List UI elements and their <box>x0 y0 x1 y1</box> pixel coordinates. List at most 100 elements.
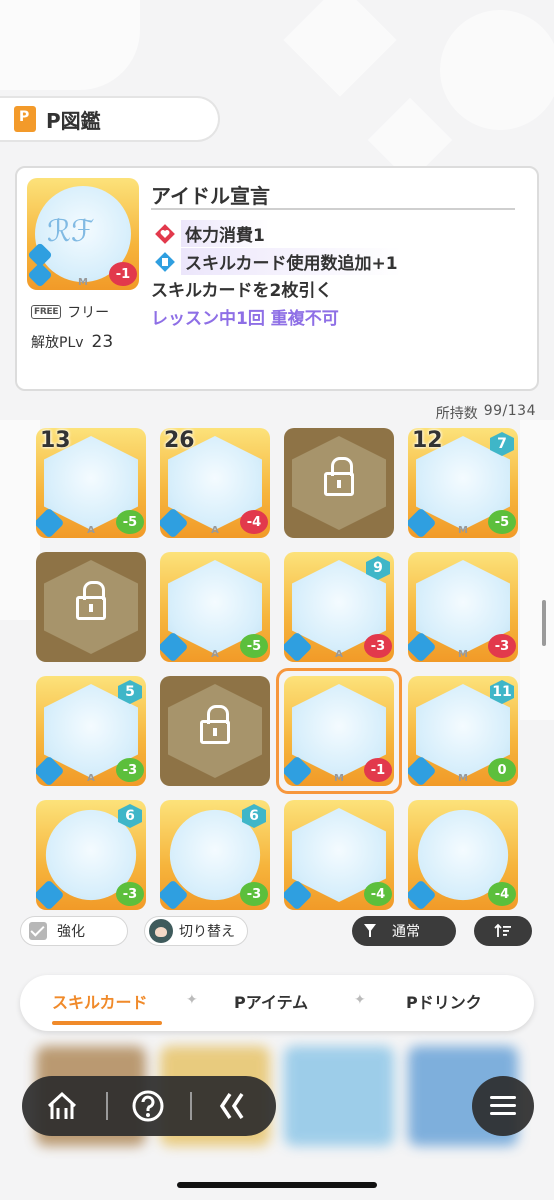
card-cost-badge: -3 <box>488 634 516 658</box>
menu-icon <box>490 1112 516 1115</box>
locked-card[interactable] <box>160 676 270 786</box>
card-detail-panel: ℛℱ -1 M アイドル宣言 体力消費1 スキルカード使用数追加+1 スキルカー… <box>15 166 539 391</box>
card-cost-badge: 0 <box>488 758 516 782</box>
scrollbar[interactable] <box>542 600 546 646</box>
locked-card[interactable] <box>36 552 146 662</box>
card-name: アイドル宣言 <box>151 184 270 208</box>
menu-icon <box>490 1104 516 1107</box>
card-cost-badge: -1 <box>109 262 137 286</box>
home-indicator <box>177 1182 377 1188</box>
category-tabs: スキルカード ✦ Pアイテム ✦ Pドリンク <box>20 975 534 1031</box>
filter-label: 通常 <box>392 924 420 940</box>
active-tab-indicator <box>52 1021 162 1025</box>
avatar-icon <box>149 919 173 943</box>
card-rank: A <box>211 649 219 660</box>
skill-card[interactable]: 13 -5 A <box>36 428 146 538</box>
effect-row-skill-add: スキルカード使用数追加+1 <box>155 248 402 275</box>
skill-card[interactable]: -4 <box>284 800 394 910</box>
filter-icon <box>364 924 380 938</box>
filter-normal-button[interactable]: 通常 <box>352 916 456 946</box>
effect-limit: レッスン中1回 重複不可 <box>151 309 339 329</box>
card-rank: M <box>78 277 88 288</box>
page-header: P図鑑 <box>0 96 220 142</box>
card-cost-badge: -3 <box>116 882 144 906</box>
strength-toggle[interactable]: 強化 <box>20 916 128 946</box>
effect-description: スキルカードを2枚引く <box>151 281 333 301</box>
divider <box>151 208 515 210</box>
sparkle-icon: ✦ <box>186 992 198 1008</box>
effect-text: スキルカード使用数追加+1 <box>181 248 402 275</box>
card-rank: A <box>87 525 95 536</box>
home-icon[interactable] <box>44 1088 80 1124</box>
effect-row-stamina: 体力消費1 <box>155 220 269 247</box>
owned-value: 99/134 <box>483 403 536 419</box>
card-cost-badge: -3 <box>240 882 268 906</box>
lock-icon <box>200 705 230 744</box>
card-rank: M <box>458 525 468 536</box>
card-cost-badge: -5 <box>488 510 516 534</box>
switch-button[interactable]: 切り替え <box>144 916 248 946</box>
card-cost-badge: -5 <box>116 510 144 534</box>
lock-icon <box>324 457 354 496</box>
signature-art-icon: ℛℱ <box>47 214 95 249</box>
skill-card[interactable]: 12 7 -5 M <box>408 428 518 538</box>
card-rank: M <box>458 773 468 784</box>
book-p-icon <box>14 106 36 132</box>
card-rank: A <box>87 773 95 784</box>
skill-card[interactable]: -3 M <box>408 552 518 662</box>
card-cost-badge: -4 <box>488 882 516 906</box>
checkbox-icon[interactable] <box>29 922 47 940</box>
menu-icon <box>490 1096 516 1099</box>
card-cost-badge: -4 <box>364 882 392 906</box>
owned-label: 所持数 <box>435 406 478 422</box>
acquire-type: FREE フリー <box>31 302 109 322</box>
skill-card[interactable]: 26 -4 A <box>160 428 270 538</box>
strength-label: 強化 <box>57 924 85 940</box>
menu-button[interactable] <box>472 1076 534 1136</box>
skill-card[interactable]: 9 -3 A <box>284 552 394 662</box>
selected-card-frame <box>276 668 402 794</box>
skill-card[interactable]: -5 A <box>160 552 270 662</box>
card-rank: A <box>335 649 343 660</box>
divider <box>190 1092 192 1120</box>
sort-button[interactable] <box>474 916 532 946</box>
card-rank: M <box>458 649 468 660</box>
tab-skill-card[interactable]: スキルカード <box>52 989 148 1013</box>
sort-icon <box>494 923 511 937</box>
plv-label: 解放PLv <box>31 335 84 351</box>
skill-card-add-icon <box>155 251 175 272</box>
help-icon[interactable] <box>130 1088 166 1124</box>
skill-card[interactable]: -4 <box>408 800 518 910</box>
card-cost-badge: -5 <box>240 634 268 658</box>
free-badge-icon: FREE <box>31 305 62 319</box>
tab-p-drink[interactable]: Pドリンク <box>406 989 482 1013</box>
switch-label: 切り替え <box>179 924 235 940</box>
divider <box>106 1092 108 1120</box>
page-title: P図鑑 <box>46 108 101 133</box>
card-thumbnail: ℛℱ -1 M <box>27 178 139 290</box>
skill-card[interactable]: 5 -3 A <box>36 676 146 786</box>
acquire-type-label: フリー <box>67 305 110 321</box>
selected-card-image: ℛℱ -1 M <box>27 178 139 290</box>
card-cost-badge: -3 <box>116 758 144 782</box>
sparkle-icon: ✦ <box>354 992 366 1008</box>
card-owned-count: 26 <box>164 428 195 453</box>
owned-count: 所持数 99/134 <box>436 403 536 423</box>
skill-card[interactable]: 11 0 M <box>408 676 518 786</box>
effect-text: 体力消費1 <box>181 220 269 247</box>
card-owned-count: 13 <box>40 428 71 453</box>
lock-icon <box>76 581 106 620</box>
card-rank: A <box>211 525 219 536</box>
locked-card[interactable] <box>284 428 394 538</box>
card-cost-badge: -3 <box>364 634 392 658</box>
card-owned-count: 12 <box>412 428 443 453</box>
card-cost-badge: -4 <box>240 510 268 534</box>
unlock-plv: 解放PLv 23 <box>31 332 113 352</box>
bottom-nav <box>22 1076 276 1136</box>
heart-diamond-icon <box>155 223 175 244</box>
tab-p-item[interactable]: Pアイテム <box>234 989 308 1013</box>
skill-card[interactable]: 6 -3 <box>36 800 146 910</box>
back-chevrons-icon[interactable] <box>214 1088 250 1124</box>
plv-value: 23 <box>91 332 114 352</box>
skill-card[interactable]: 6 -3 <box>160 800 270 910</box>
